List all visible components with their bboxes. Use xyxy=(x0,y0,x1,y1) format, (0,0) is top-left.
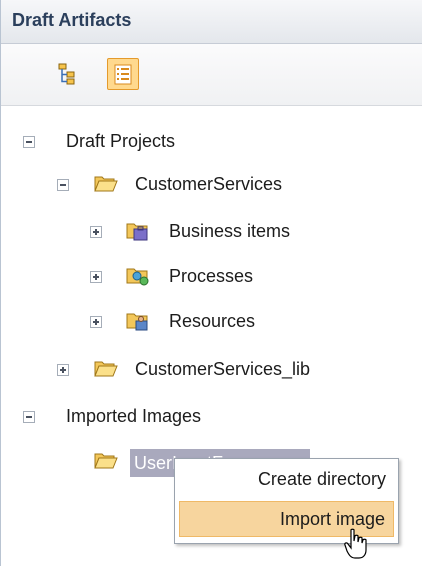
panel-title: Draft Artifacts xyxy=(12,10,132,30)
collapse-toggle[interactable] xyxy=(23,411,35,423)
expand-toggle[interactable] xyxy=(90,316,102,328)
hand-pointer-cursor-icon xyxy=(344,528,367,559)
expand-toggle[interactable] xyxy=(57,364,69,376)
collapse-toggle[interactable] xyxy=(23,136,35,148)
hierarchy-view-button[interactable] xyxy=(51,58,83,90)
tree-node-label: Processes xyxy=(169,266,254,286)
open-folder-icon xyxy=(94,453,118,469)
expand-toggle[interactable] xyxy=(90,226,102,238)
panel-titlebar: Draft Artifacts xyxy=(1,0,422,44)
hierarchy-view-icon xyxy=(58,63,75,85)
open-folder-icon xyxy=(94,361,118,377)
list-view-icon xyxy=(114,64,132,85)
tree-node-label: Business items xyxy=(169,221,291,241)
tree-node-label: CustomerServices_lib xyxy=(135,359,311,379)
expand-toggle[interactable] xyxy=(90,271,102,283)
processes-folder-icon xyxy=(126,268,149,286)
resources-folder-icon xyxy=(126,313,148,331)
menu-item-create-directory[interactable]: Create directory xyxy=(179,461,394,497)
tree-node-label: Draft Projects xyxy=(66,131,176,151)
tree-node-label: CustomerServices xyxy=(135,174,283,194)
business-items-folder-icon xyxy=(126,223,148,241)
draft-artifacts-panel: Draft Artifacts Draft Projects CustomerS… xyxy=(0,0,422,566)
panel-toolbar xyxy=(1,44,422,106)
open-folder-icon xyxy=(94,176,118,192)
list-view-button[interactable] xyxy=(107,58,139,90)
tree-node-label: Imported Images xyxy=(66,406,202,426)
collapse-toggle[interactable] xyxy=(57,179,69,191)
tree-node-label: Resources xyxy=(169,311,256,331)
